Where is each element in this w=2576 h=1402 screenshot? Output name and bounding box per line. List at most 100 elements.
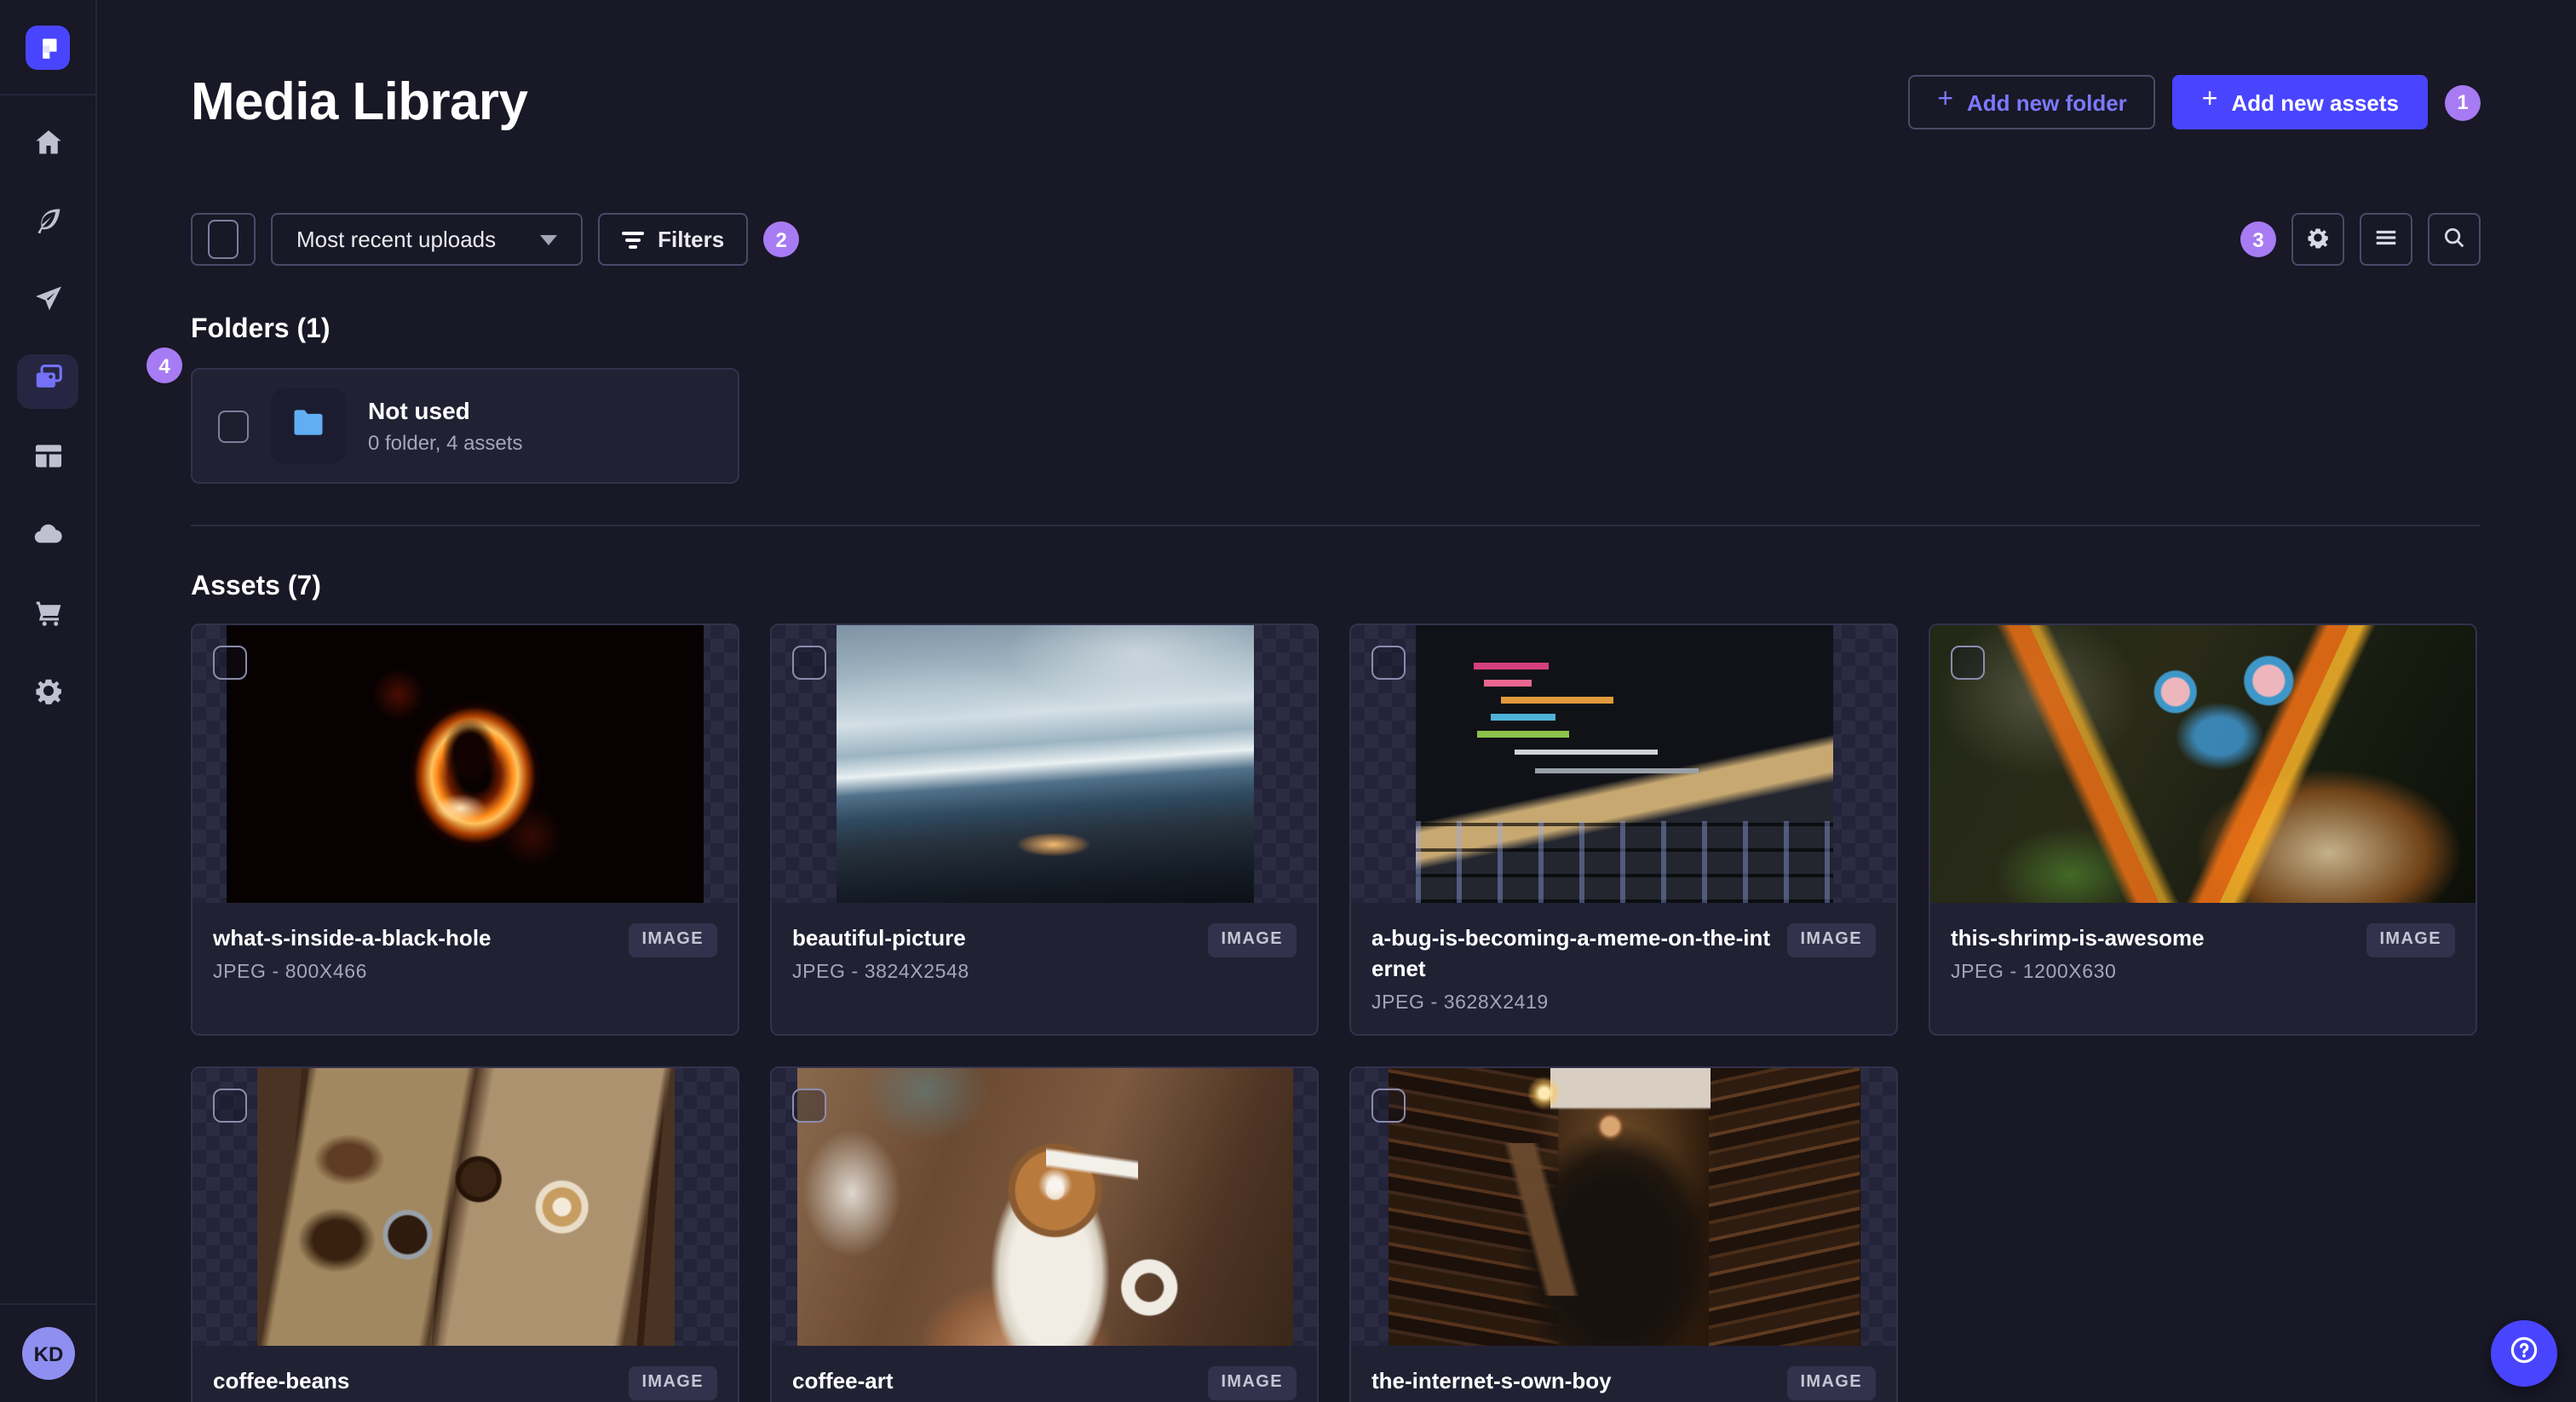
section-divider bbox=[191, 525, 2481, 526]
asset-card[interactable]: a-bug-is-becoming-a-meme-on-the-internet… bbox=[1349, 623, 1898, 1036]
page-header: Media Library + Add new folder + Add new… bbox=[191, 0, 2481, 133]
asset-name: coffee-beans bbox=[213, 1368, 350, 1393]
list-icon bbox=[2373, 224, 2399, 255]
asset-footer: what-s-inside-a-black-hole JPEG - 800X46… bbox=[193, 903, 738, 1034]
app-logo-button[interactable] bbox=[0, 0, 96, 95]
gear-icon bbox=[2305, 224, 2331, 255]
asset-thumbnail-library-boy bbox=[1388, 1068, 1860, 1346]
select-all-checkbox[interactable] bbox=[191, 213, 256, 266]
sidebar-item-home[interactable] bbox=[17, 119, 78, 174]
media-library-page: KD Media Library + Add new folder + Add … bbox=[0, 0, 2576, 1402]
asset-name: a-bug-is-becoming-a-meme-on-the-internet bbox=[1371, 925, 1770, 981]
asset-thumbnail-area bbox=[772, 625, 1317, 903]
asset-meta: JPEG - 3628X2419 bbox=[1371, 993, 1549, 1014]
folder-meta: 0 folder, 4 assets bbox=[368, 431, 523, 455]
asset-type-badge: IMAGE bbox=[628, 923, 717, 957]
question-mark-icon bbox=[2508, 1333, 2540, 1374]
add-new-assets-button[interactable]: + Add new assets bbox=[2172, 75, 2428, 129]
filter-icon bbox=[622, 227, 645, 251]
cart-icon bbox=[32, 596, 64, 637]
asset-thumbnail-shrimp bbox=[1930, 625, 2475, 903]
sidebar: KD bbox=[0, 0, 97, 1402]
asset-checkbox[interactable] bbox=[1371, 646, 1406, 680]
chevron-down-icon bbox=[540, 234, 558, 244]
folder-checkbox[interactable] bbox=[218, 410, 249, 442]
asset-thumbnail-area bbox=[772, 1068, 1317, 1346]
asset-thumbnail-area bbox=[193, 1068, 738, 1346]
filters-button[interactable]: Filters bbox=[598, 213, 749, 266]
asset-meta: JPEG - 800X466 bbox=[213, 962, 368, 983]
step-badge-4: 4 bbox=[147, 348, 182, 383]
sidebar-item-deploy[interactable] bbox=[17, 511, 78, 566]
asset-meta: JPEG - 1200X630 bbox=[1951, 962, 2117, 983]
assets-section: Assets (7) what-s-inside-a-black-hole JP… bbox=[191, 572, 2481, 1402]
asset-footer: the-internet-s-own-boy JPEG - 1200X707 I… bbox=[1351, 1346, 1896, 1402]
folders-section: Folders (1) 4 Not used 0 folder, 4 asset… bbox=[147, 315, 2481, 484]
feather-icon bbox=[32, 204, 64, 245]
gear-icon bbox=[32, 675, 64, 715]
asset-card[interactable]: beautiful-picture JPEG - 3824X2548 IMAGE bbox=[770, 623, 1319, 1036]
asset-type-badge: IMAGE bbox=[1207, 1366, 1297, 1400]
folders-heading: Folders (1) bbox=[191, 315, 331, 344]
sidebar-item-releases[interactable] bbox=[17, 276, 78, 330]
sidebar-item-marketplace[interactable] bbox=[17, 589, 78, 644]
cloud-icon bbox=[32, 518, 64, 559]
list-view-button[interactable] bbox=[2360, 213, 2412, 266]
strapi-logo-icon bbox=[26, 25, 70, 69]
sidebar-item-content[interactable] bbox=[17, 198, 78, 252]
asset-checkbox[interactable] bbox=[1371, 1089, 1406, 1123]
header-actions: + Add new folder + Add new assets 1 bbox=[1908, 75, 2481, 129]
toolbar-left: Most recent uploads Filters 2 bbox=[191, 213, 800, 266]
add-new-folder-button[interactable]: + Add new folder bbox=[1908, 75, 2156, 129]
assets-grid: what-s-inside-a-black-hole JPEG - 800X46… bbox=[191, 623, 2481, 1402]
help-button[interactable] bbox=[2491, 1320, 2557, 1387]
asset-type-badge: IMAGE bbox=[1786, 923, 1876, 957]
asset-card[interactable]: this-shrimp-is-awesome JPEG - 1200X630 I… bbox=[1929, 623, 2477, 1036]
grid-settings-button[interactable] bbox=[2291, 213, 2344, 266]
asset-checkbox[interactable] bbox=[792, 646, 826, 680]
sidebar-item-content-type-builder[interactable] bbox=[17, 433, 78, 487]
asset-card[interactable]: the-internet-s-own-boy JPEG - 1200X707 I… bbox=[1349, 1066, 1898, 1402]
checkbox-icon bbox=[208, 220, 239, 259]
asset-name: this-shrimp-is-awesome bbox=[1951, 925, 2205, 951]
sidebar-nav bbox=[17, 95, 78, 722]
sidebar-item-settings[interactable] bbox=[17, 668, 78, 722]
folder-info: Not used 0 folder, 4 assets bbox=[368, 397, 522, 455]
asset-thumbnail-latte-art bbox=[796, 1068, 1292, 1346]
asset-checkbox[interactable] bbox=[1951, 646, 1985, 680]
media-library-icon bbox=[32, 361, 64, 402]
asset-checkbox[interactable] bbox=[792, 1089, 826, 1123]
assets-heading: Assets (7) bbox=[191, 572, 321, 601]
paper-plane-icon bbox=[32, 283, 64, 324]
sidebar-footer: KD bbox=[0, 1303, 97, 1402]
sort-dropdown[interactable]: Most recent uploads bbox=[271, 213, 584, 266]
step-badge-1: 1 bbox=[2445, 84, 2481, 120]
user-avatar[interactable]: KD bbox=[22, 1327, 75, 1380]
asset-checkbox[interactable] bbox=[213, 1089, 247, 1123]
asset-thumbnail-area bbox=[1930, 625, 2475, 903]
asset-card[interactable]: what-s-inside-a-black-hole JPEG - 800X46… bbox=[191, 623, 739, 1036]
page-title: Media Library bbox=[191, 72, 528, 131]
asset-checkbox[interactable] bbox=[213, 646, 247, 680]
folder-icon bbox=[290, 403, 327, 449]
folder-card[interactable]: 4 Not used 0 folder, 4 assets bbox=[147, 348, 739, 484]
folder-name: Not used bbox=[368, 397, 470, 424]
asset-card[interactable]: coffee-beans JPEG - 5021X3347 IMAGE bbox=[191, 1066, 739, 1402]
folder-thumbnail bbox=[271, 388, 346, 463]
toolbar-right: 3 bbox=[2240, 213, 2481, 266]
asset-footer: beautiful-picture JPEG - 3824X2548 IMAGE bbox=[772, 903, 1317, 1034]
layout-icon bbox=[32, 440, 64, 480]
asset-footer: a-bug-is-becoming-a-meme-on-the-internet… bbox=[1351, 903, 1896, 1034]
asset-type-badge: IMAGE bbox=[628, 1366, 717, 1400]
asset-card[interactable]: coffee-art JPEG - 5824X3259 IMAGE bbox=[770, 1066, 1319, 1402]
step-badge-2: 2 bbox=[763, 221, 800, 257]
sidebar-item-media-library[interactable] bbox=[17, 354, 78, 409]
plus-icon: + bbox=[1937, 85, 1953, 114]
asset-thumbnail-mountains bbox=[836, 625, 1253, 903]
main-content: Media Library + Add new folder + Add new… bbox=[97, 0, 2576, 1402]
asset-name: what-s-inside-a-black-hole bbox=[213, 925, 492, 951]
asset-name: the-internet-s-own-boy bbox=[1371, 1368, 1612, 1393]
asset-thumbnail-coffee-beans bbox=[256, 1068, 674, 1346]
search-button[interactable] bbox=[2428, 213, 2481, 266]
asset-type-badge: IMAGE bbox=[1786, 1366, 1876, 1400]
